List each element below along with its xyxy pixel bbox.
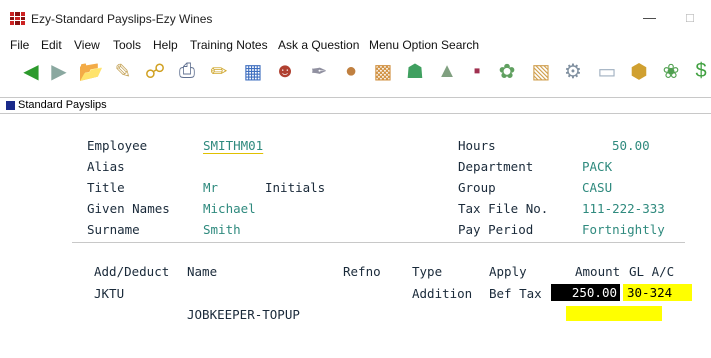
pay-period-label: Pay Period [458, 222, 534, 237]
col-header-gl-ac: GL A/C [629, 264, 675, 279]
pencil-icon[interactable]: ✏ [206, 58, 232, 84]
section-divider [72, 242, 685, 243]
barrel-icon[interactable]: ● [338, 58, 364, 84]
restore-button[interactable]: □ [686, 10, 694, 25]
given-names-field[interactable]: Michael [203, 201, 256, 216]
row-type-field[interactable]: Addition [412, 286, 472, 301]
boxes-icon[interactable]: ▩ [370, 58, 396, 84]
tab-label: Standard Payslips [18, 99, 107, 111]
row-input-highlight[interactable] [566, 306, 662, 321]
plant-icon[interactable]: ❀ [658, 58, 684, 84]
pay-period-field[interactable]: Fortnightly [582, 222, 665, 237]
hours-label: Hours [458, 138, 496, 153]
employee-field[interactable]: SMITHM01 [203, 138, 263, 153]
menu-edit[interactable]: Edit [41, 38, 62, 52]
row-gl-account-field[interactable]: 30-324 [623, 284, 692, 301]
edit-icon[interactable]: ✎ [110, 58, 136, 84]
crate-icon[interactable]: ⬢ [626, 58, 652, 84]
col-header-type: Type [412, 264, 443, 279]
cabinet-icon[interactable]: ▧ [528, 58, 554, 84]
title-bar: Ezy-Standard Payslips-Ezy Wines — □ [0, 0, 711, 34]
menu-tools[interactable]: Tools [113, 38, 141, 52]
surname-label: Surname [87, 222, 140, 237]
app-icon [10, 12, 25, 25]
printer-icon[interactable]: ⎙ [174, 58, 200, 84]
col-header-apply: Apply [489, 264, 527, 279]
link-icon[interactable]: ☍ [142, 58, 168, 84]
grape-press-icon[interactable]: ▲ [434, 58, 460, 84]
row-code-field[interactable]: JKTU [94, 286, 124, 301]
group-field[interactable]: CASU [582, 180, 612, 195]
menu-bar: File Edit View Tools Help Training Notes… [0, 36, 711, 54]
row-name-field[interactable]: JOBKEEPER-TOPUP [187, 307, 300, 322]
calendar-icon[interactable]: ▦ [240, 58, 266, 84]
users-icon[interactable]: ☻ [272, 58, 298, 84]
document-tab[interactable]: Standard Payslips [0, 97, 711, 114]
hours-field[interactable]: 50.00 [612, 138, 650, 153]
wrench-icon[interactable]: ✒ [306, 58, 332, 84]
tax-file-no-label: Tax File No. [458, 201, 549, 216]
col-header-add-deduct: Add/Deduct [94, 264, 170, 279]
payslip-form: Employee SMITHM01 Alias Title Mr Initial… [0, 114, 711, 358]
menu-ask-a-question[interactable]: Ask a Question [278, 38, 359, 52]
tab-marker-icon [6, 101, 15, 110]
title-label: Title [87, 180, 125, 195]
given-names-label: Given Names [87, 201, 170, 216]
tile-icon[interactable]: ▭ [594, 58, 620, 84]
bottle-icon[interactable]: ▪ [464, 58, 490, 84]
menu-help[interactable]: Help [153, 38, 178, 52]
toolbar: ◀ ▶ 📂 ✎ ☍ ⎙ ✏ ▦ ☻ ✒ ● ▩ ☗ ▲ ▪ ✿ ▧ ⚙ ▭ ⬢ … [0, 55, 711, 89]
gear-icon[interactable]: ⚙ [560, 58, 586, 84]
menu-view[interactable]: View [74, 38, 100, 52]
grapes-icon[interactable]: ✿ [494, 58, 520, 84]
minimize-button[interactable]: — [643, 10, 656, 25]
initials-label: Initials [265, 180, 326, 195]
row-amount-field[interactable]: 250.00 [551, 284, 620, 301]
alias-field[interactable] [203, 159, 323, 174]
forward-arrow-icon[interactable]: ▶ [46, 58, 72, 84]
department-field[interactable]: PACK [582, 159, 612, 174]
dollar-icon[interactable]: $ [688, 58, 711, 84]
menu-file[interactable]: File [10, 38, 29, 52]
group-label: Group [458, 180, 496, 195]
back-arrow-icon[interactable]: ◀ [18, 58, 44, 84]
surname-field[interactable]: Smith [203, 222, 241, 237]
wine-glass-icon[interactable]: ☗ [402, 58, 428, 84]
title-field[interactable]: Mr [203, 180, 218, 195]
tax-file-no-field[interactable]: 111-222-333 [582, 201, 665, 216]
alias-label: Alias [87, 159, 125, 174]
row-apply-field[interactable]: Bef Tax [489, 286, 542, 301]
menu-training-notes[interactable]: Training Notes [190, 38, 268, 52]
menu-option-search[interactable]: Menu Option Search [369, 38, 479, 52]
col-header-refno: Refno [343, 264, 381, 279]
col-header-amount: Amount [575, 264, 621, 279]
employee-label: Employee [87, 138, 148, 153]
window-title: Ezy-Standard Payslips-Ezy Wines [31, 12, 213, 26]
open-folder-icon[interactable]: 📂 [78, 58, 104, 84]
col-header-name: Name [187, 264, 218, 279]
department-label: Department [458, 159, 534, 174]
